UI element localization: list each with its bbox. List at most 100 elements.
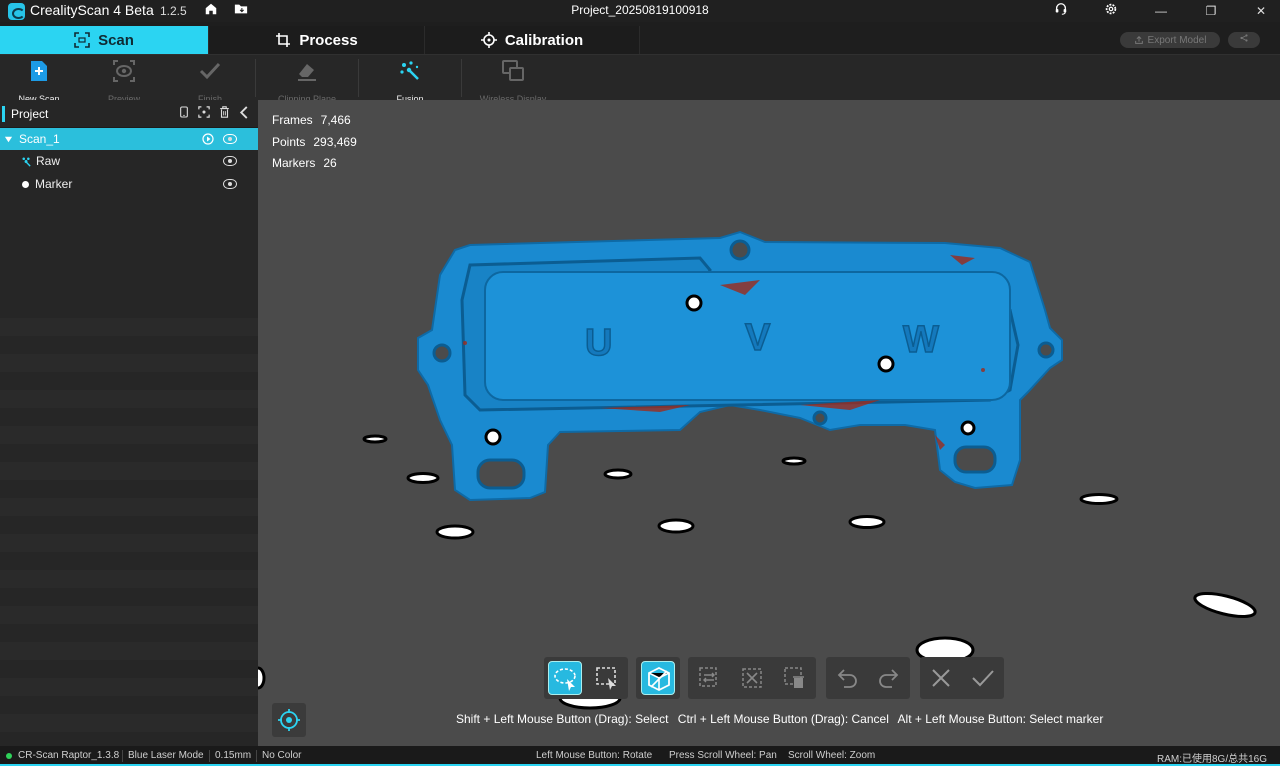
color-mode: No Color bbox=[262, 750, 302, 761]
app-version: 1.2.5 bbox=[160, 4, 187, 18]
support-headset-icon[interactable] bbox=[1052, 2, 1070, 20]
device-connected-dot bbox=[6, 753, 12, 759]
delete-selection-icon bbox=[784, 667, 804, 688]
hint-alt: Alt + Left Mouse Button: Select marker bbox=[897, 712, 1104, 726]
wireless-display-button[interactable]: Wireless Display bbox=[478, 59, 548, 104]
scan-mode: Blue Laser Mode bbox=[128, 750, 204, 761]
redo-icon bbox=[879, 669, 899, 688]
tree-item-scan-1[interactable]: Scan_1 bbox=[0, 128, 258, 150]
clipping-plane-button[interactable]: Clipping Plane bbox=[272, 59, 342, 104]
status-divider bbox=[209, 750, 210, 762]
locate-button[interactable] bbox=[272, 703, 306, 737]
target-locate-icon bbox=[278, 709, 300, 731]
point-cloud-icon bbox=[22, 156, 31, 167]
project-header-actions bbox=[178, 106, 250, 120]
status-divider bbox=[122, 750, 123, 762]
close-icon bbox=[932, 669, 950, 687]
preview-button[interactable]: Preview bbox=[89, 59, 159, 104]
title-bar: CrealityScan 4 Beta 1.2.5 Project_202508… bbox=[0, 0, 1280, 22]
crosshair-icon bbox=[480, 32, 497, 48]
invert-selection-button[interactable] bbox=[692, 661, 726, 695]
visibility-eye-icon[interactable] bbox=[223, 179, 237, 189]
through-select-button[interactable] bbox=[641, 661, 675, 695]
tree-item-marker[interactable]: Marker bbox=[0, 173, 258, 195]
hint-zoom: Scroll Wheel: Zoom bbox=[788, 750, 876, 761]
window-title: Project_20250819100918 bbox=[571, 3, 709, 17]
3d-viewport[interactable]: Frames 7,466 Points 293,469 Markers 26 U… bbox=[258, 100, 1280, 746]
finish-button[interactable]: Finish bbox=[175, 59, 245, 104]
hint-rotate: Left Mouse Button: Rotate bbox=[536, 750, 653, 761]
checkmark-icon bbox=[972, 670, 994, 687]
folder-icon[interactable] bbox=[232, 2, 250, 20]
fusion-sparkle-icon bbox=[400, 61, 419, 80]
tree-item-label: Marker bbox=[35, 177, 73, 191]
fusion-button[interactable]: Fusion bbox=[375, 59, 445, 104]
embossed-letter: V bbox=[745, 317, 771, 359]
expand-triangle-icon[interactable] bbox=[4, 135, 13, 144]
tab-scan-label: Scan bbox=[98, 31, 134, 49]
export-icon bbox=[1134, 35, 1143, 44]
hint-ctrl: Ctrl + Left Mouse Button (Drag): Cancel bbox=[677, 712, 889, 726]
preview-icon bbox=[113, 60, 135, 82]
tab-process[interactable]: Process bbox=[209, 26, 425, 54]
embossed-letter: W bbox=[903, 319, 939, 361]
cube-icon bbox=[648, 666, 670, 692]
redo-button[interactable] bbox=[872, 661, 906, 695]
eraser-icon bbox=[298, 64, 316, 81]
play-circle-icon[interactable] bbox=[202, 133, 214, 145]
app-logo-icon bbox=[8, 3, 25, 20]
new-scan-button[interactable]: New Scan bbox=[4, 59, 74, 104]
toolbar-divider bbox=[358, 59, 359, 97]
delete-selection-button[interactable] bbox=[778, 661, 812, 695]
selection-hints: Shift + Left Mouse Button (Drag): Select… bbox=[456, 712, 1109, 726]
cancel-edit-button[interactable] bbox=[924, 661, 958, 695]
status-bar: CR-Scan Raptor_1.3.8 Blue Laser Mode 0.1… bbox=[0, 746, 1280, 766]
lasso-icon bbox=[554, 668, 576, 691]
share-button[interactable] bbox=[1228, 32, 1260, 48]
project-sidebar: Project Scan_1 Raw Marker bbox=[0, 100, 258, 746]
scan-toolbar: New Scan Preview Finish Clipping Plane F… bbox=[0, 54, 1280, 104]
undo-button[interactable] bbox=[830, 661, 864, 695]
home-icon[interactable] bbox=[202, 2, 220, 20]
invert-selection-icon bbox=[699, 667, 717, 687]
crop-icon bbox=[276, 33, 291, 47]
tree-item-label: Scan_1 bbox=[19, 132, 60, 146]
tab-calibration[interactable]: Calibration bbox=[425, 26, 640, 54]
phone-icon[interactable] bbox=[178, 106, 190, 120]
header-accent-bar bbox=[2, 105, 5, 122]
tab-process-label: Process bbox=[299, 31, 358, 49]
export-model-button[interactable]: Export Model bbox=[1120, 32, 1220, 48]
tab-scan[interactable]: Scan bbox=[0, 26, 209, 54]
delete-icon[interactable] bbox=[218, 106, 230, 120]
lasso-select-button[interactable] bbox=[548, 661, 582, 695]
minimize-button[interactable]: — bbox=[1138, 0, 1184, 22]
settings-gear-icon[interactable] bbox=[1102, 2, 1120, 20]
scan-frame-icon bbox=[74, 32, 90, 48]
device-name: CR-Scan Raptor_1.3.8 bbox=[18, 750, 120, 761]
hint-shift: Shift + Left Mouse Button (Drag): Select bbox=[456, 712, 669, 726]
fit-view-icon[interactable] bbox=[198, 106, 210, 120]
confirm-group bbox=[920, 657, 1004, 699]
ram-usage: RAM:已使用8G/总共16G bbox=[1157, 754, 1268, 765]
status-divider bbox=[256, 750, 257, 762]
restore-button[interactable]: ❐ bbox=[1188, 0, 1234, 22]
clear-selection-icon bbox=[742, 668, 762, 688]
resolution: 0.15mm bbox=[215, 750, 252, 761]
view-mode-group bbox=[636, 657, 680, 699]
close-button[interactable]: ✕ bbox=[1238, 0, 1280, 22]
visibility-eye-icon[interactable] bbox=[223, 156, 237, 166]
empty-list-area bbox=[0, 300, 258, 746]
apply-edit-button[interactable] bbox=[966, 661, 1000, 695]
rect-select-button[interactable] bbox=[590, 661, 624, 695]
toolbar-divider bbox=[461, 59, 462, 97]
project-header: Project bbox=[0, 100, 258, 128]
edit-selection-group bbox=[688, 657, 816, 699]
toolbar-divider bbox=[255, 59, 256, 97]
scanned-model-render[interactable]: U V W bbox=[258, 100, 1280, 746]
collapse-chevron-icon[interactable] bbox=[238, 106, 250, 120]
embossed-letter: U bbox=[585, 322, 612, 364]
visibility-eye-icon[interactable] bbox=[223, 134, 237, 144]
clear-selection-button[interactable] bbox=[735, 661, 769, 695]
tree-item-raw[interactable]: Raw bbox=[0, 150, 258, 172]
share-icon bbox=[1240, 34, 1248, 42]
